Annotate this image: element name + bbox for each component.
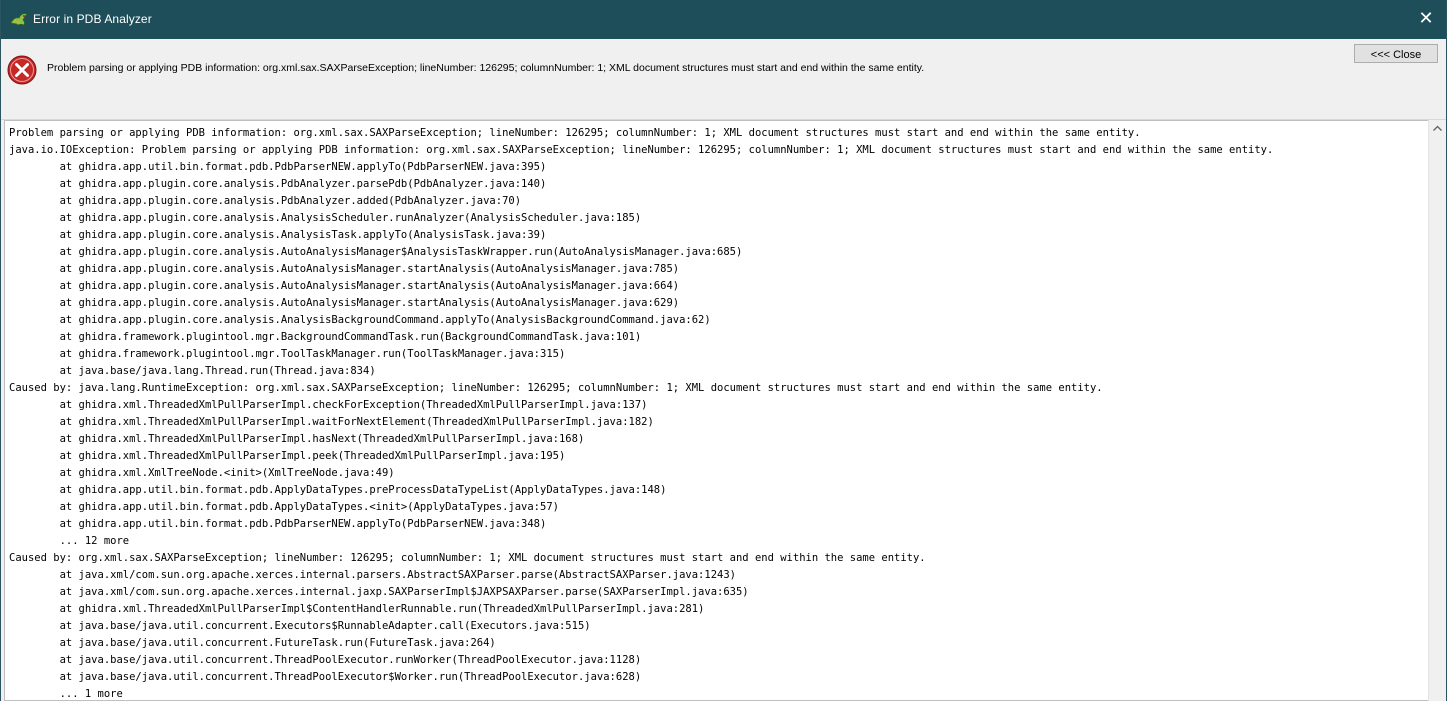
- close-button[interactable]: <<< Close: [1354, 44, 1438, 63]
- stack-trace-line: ... 1 more: [9, 688, 123, 700]
- stack-trace-line: at ghidra.app.plugin.core.analysis.Analy…: [9, 229, 547, 241]
- stack-trace-line: Caused by: java.lang.RuntimeException: o…: [9, 382, 1103, 394]
- error-dialog: Error in PDB Analyzer ✕ Problem parsing …: [0, 0, 1447, 701]
- stack-trace-line: at java.base/java.util.concurrent.Thread…: [9, 671, 642, 683]
- title-bar[interactable]: Error in PDB Analyzer ✕: [1, 0, 1446, 39]
- stack-trace-line: at java.xml/com.sun.org.apache.xerces.in…: [9, 569, 736, 581]
- stack-trace-text-area[interactable]: Problem parsing or applying PDB informat…: [4, 120, 1428, 701]
- stack-trace-line: java.io.IOException: Problem parsing or …: [9, 144, 1274, 156]
- stack-trace-line: at ghidra.framework.plugintool.mgr.Backg…: [9, 331, 642, 343]
- stack-trace-line: at java.base/java.util.concurrent.Execut…: [9, 620, 591, 632]
- vertical-scrollbar[interactable]: [1428, 120, 1446, 701]
- error-summary: Problem parsing or applying PDB informat…: [47, 62, 925, 74]
- stack-trace-line: at ghidra.app.plugin.core.analysis.PdbAn…: [9, 178, 547, 190]
- stack-trace-line: at ghidra.app.plugin.core.analysis.AutoA…: [9, 297, 680, 309]
- stack-trace-line: at ghidra.app.plugin.core.analysis.AutoA…: [9, 246, 743, 258]
- stack-trace-line: at java.xml/com.sun.org.apache.xerces.in…: [9, 586, 749, 598]
- window-title: Error in PDB Analyzer: [33, 12, 152, 26]
- stack-trace-line: at ghidra.app.plugin.core.analysis.AutoA…: [9, 280, 680, 292]
- stack-trace-line: at ghidra.xml.XmlTreeNode.<init>(XmlTree…: [9, 467, 395, 479]
- stack-trace-line: at ghidra.app.util.bin.format.pdb.PdbPar…: [9, 161, 547, 173]
- stack-trace-line: at ghidra.framework.plugintool.mgr.ToolT…: [9, 348, 566, 360]
- scroll-up-arrow-icon[interactable]: [1429, 120, 1446, 137]
- stack-trace-line: at ghidra.xml.ThreadedXmlPullParserImpl.…: [9, 433, 585, 445]
- stack-trace-line: at ghidra.app.plugin.core.analysis.AutoA…: [9, 263, 680, 275]
- stack-trace-line: at java.base/java.lang.Thread.run(Thread…: [9, 365, 376, 377]
- error-header: Problem parsing or applying PDB informat…: [1, 39, 1446, 120]
- error-icon: [7, 55, 37, 85]
- stack-trace-line: at ghidra.app.plugin.core.analysis.Analy…: [9, 314, 711, 326]
- stack-trace-line: at ghidra.app.util.bin.format.pdb.PdbPar…: [9, 518, 547, 530]
- stack-trace-line: at ghidra.xml.ThreadedXmlPullParserImpl.…: [9, 399, 648, 411]
- stack-trace-line: ... 12 more: [9, 535, 130, 547]
- ghidra-dragon-icon: [10, 13, 28, 26]
- stack-trace-line: at ghidra.xml.ThreadedXmlPullParserImpl$…: [9, 603, 705, 615]
- stack-trace-line: at ghidra.app.plugin.core.analysis.Analy…: [9, 212, 642, 224]
- stack-trace-line: at java.base/java.util.concurrent.Thread…: [9, 654, 642, 666]
- stack-trace-line: at ghidra.app.util.bin.format.pdb.ApplyD…: [9, 501, 559, 513]
- stack-trace-line: Problem parsing or applying PDB informat…: [9, 127, 1141, 139]
- stack-trace-line: at ghidra.app.plugin.core.analysis.PdbAn…: [9, 195, 522, 207]
- stack-trace-line: at ghidra.xml.ThreadedXmlPullParserImpl.…: [9, 416, 654, 428]
- stack-trace-line: at ghidra.app.util.bin.format.pdb.ApplyD…: [9, 484, 667, 496]
- stack-trace-line: at ghidra.xml.ThreadedXmlPullParserImpl.…: [9, 450, 566, 462]
- stack-trace-line: Caused by: org.xml.sax.SAXParseException…: [9, 552, 926, 564]
- window-close-icon[interactable]: ✕: [1416, 9, 1436, 29]
- stack-trace-line: at java.base/java.util.concurrent.Future…: [9, 637, 496, 649]
